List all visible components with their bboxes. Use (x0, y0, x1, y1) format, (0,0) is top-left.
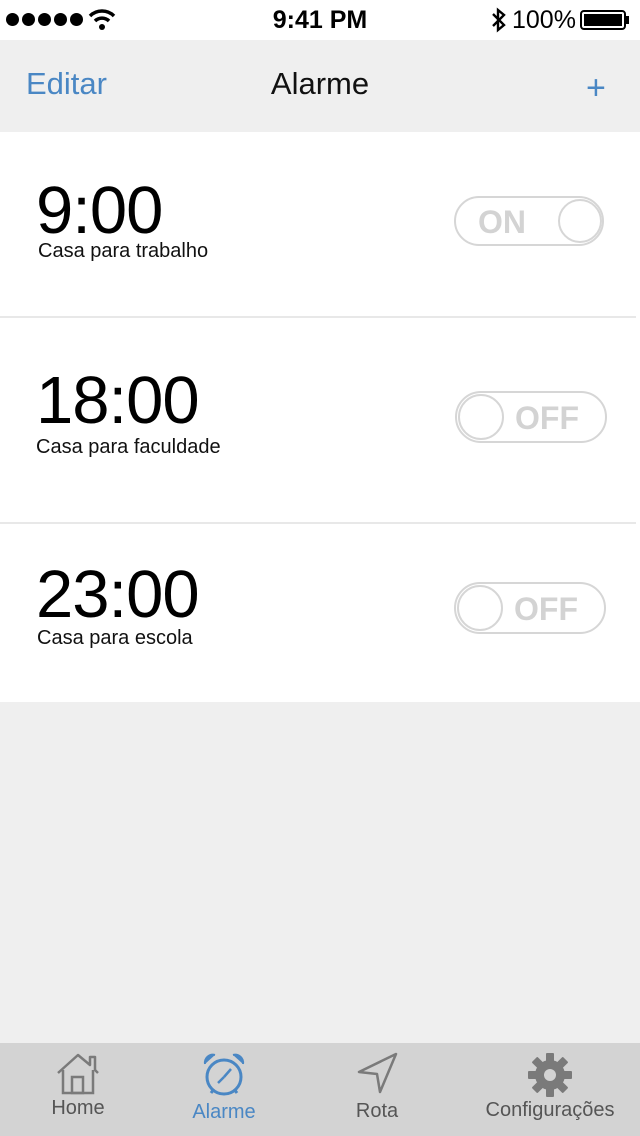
tab-configuracoes[interactable]: Configurações (474, 1043, 626, 1136)
alarm-time: 18:00 (36, 363, 200, 438)
list-item[interactable]: 18:00 Casa para faculdade OFF (0, 318, 640, 524)
tab-alarme[interactable]: Alarme (174, 1043, 274, 1136)
toggle-text: OFF (515, 400, 579, 436)
alarm-time: 9:00 (36, 173, 163, 248)
add-alarm-button[interactable]: + (586, 70, 606, 106)
status-bar: 9:41 PM 100% (0, 0, 640, 40)
alarm-toggle[interactable]: ON (454, 196, 604, 246)
alarm-toggle[interactable]: OFF (454, 582, 606, 634)
toggle-text: OFF (514, 591, 578, 627)
edit-button[interactable]: Editar (26, 66, 107, 102)
toggle-knob (457, 585, 503, 631)
bluetooth-icon (492, 7, 506, 33)
navigation-bar: Editar Alarme + (0, 40, 640, 133)
alarm-toggle[interactable]: OFF (455, 391, 607, 443)
gear-icon (528, 1053, 572, 1097)
battery-icon (580, 10, 629, 30)
alarm-clock-icon (203, 1053, 245, 1096)
tab-rota[interactable]: Rota (327, 1043, 427, 1136)
tab-label: Alarme (192, 1101, 256, 1123)
alarm-list: 9:00 Casa para trabalho ON 18:00 Casa pa… (0, 132, 640, 702)
toggle-text: ON (478, 204, 526, 240)
list-item[interactable]: 9:00 Casa para trabalho ON (0, 132, 640, 318)
navigation-arrow-icon (357, 1052, 398, 1094)
tab-home[interactable]: Home (28, 1043, 128, 1136)
tab-label: Rota (355, 1100, 399, 1122)
home-icon (57, 1053, 99, 1095)
toggle-knob (458, 394, 504, 440)
tab-bar: Home Alarme Rota Configurações (0, 1043, 640, 1136)
tab-label: Configurações (485, 1099, 615, 1121)
alarm-label: Casa para trabalho (38, 240, 209, 262)
tab-label: Home (51, 1097, 105, 1119)
battery-percent: 100% (512, 6, 576, 34)
toggle-knob (558, 199, 602, 243)
alarm-time: 23:00 (36, 557, 200, 632)
alarm-label: Casa para faculdade (36, 436, 221, 458)
alarm-label: Casa para escola (37, 627, 193, 649)
list-item[interactable]: 23:00 Casa para escola OFF (0, 524, 640, 702)
